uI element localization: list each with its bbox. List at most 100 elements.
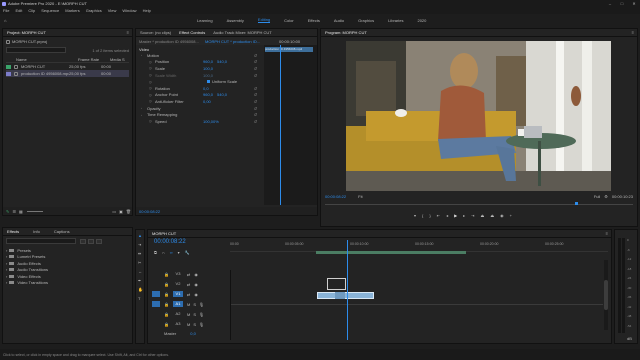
fx-value[interactable]: 0,0 — [203, 86, 217, 91]
stopwatch-icon[interactable]: ◷ — [149, 119, 153, 123]
solo-button[interactable]: S — [193, 312, 196, 317]
panel-menu-icon[interactable]: ≡ — [632, 30, 634, 35]
razor-tool-icon[interactable]: ✂ — [138, 260, 142, 265]
fx-row[interactable]: ◷ Rotation 0,0 ↺ — [139, 85, 259, 92]
fx-value[interactable]: 0,00 — [203, 99, 217, 104]
stopwatch-icon[interactable]: ◷ — [149, 86, 153, 90]
reset-icon[interactable]: ↺ — [254, 106, 257, 111]
menu-help[interactable]: Help — [143, 8, 151, 13]
workspace-2020[interactable]: 2020 — [417, 18, 426, 23]
reset-icon[interactable]: ↺ — [254, 66, 257, 71]
sync-lock-icon[interactable]: ⇄ — [187, 292, 190, 297]
fx-row[interactable]: ◷ Speed 100,00% ↺ — [139, 118, 259, 125]
home-icon[interactable]: ⌂ — [4, 18, 6, 23]
lock-icon[interactable]: 🔒 — [164, 282, 169, 287]
program-timecode[interactable]: 00:00:08:22 — [325, 194, 346, 199]
lock-icon[interactable]: 🔒 — [164, 302, 169, 307]
effects-search-input[interactable] — [6, 238, 76, 244]
column-name[interactable]: Name — [16, 57, 78, 62]
chevron-right-icon[interactable]: › — [6, 280, 7, 285]
source-patch[interactable] — [152, 311, 160, 317]
fx-row[interactable]: ◷ Uniform Scale — [139, 78, 259, 85]
workspace-learning[interactable]: Learning — [197, 18, 213, 23]
reset-icon[interactable]: ↺ — [254, 99, 257, 104]
reset-icon[interactable]: ↺ — [254, 92, 257, 97]
sync-lock-icon[interactable]: ⇄ — [187, 282, 190, 287]
track-target[interactable]: A1 — [172, 301, 183, 307]
track-target[interactable]: A2 — [173, 311, 183, 317]
source-patch[interactable] — [152, 281, 160, 287]
sync-lock-icon[interactable]: ⇄ — [187, 272, 190, 277]
track-area[interactable] — [230, 240, 603, 340]
nest-icon[interactable]: ⧉ — [154, 250, 157, 255]
chevron-right-icon[interactable]: › — [6, 254, 7, 259]
timeline-playhead[interactable] — [347, 240, 348, 340]
scrollbar-thumb[interactable] — [604, 280, 608, 310]
mute-button[interactable]: M — [187, 302, 190, 307]
stopwatch-icon[interactable]: ◷ — [149, 73, 153, 77]
clip-morph-transition[interactable] — [335, 292, 345, 299]
trash-icon[interactable]: 🗑 — [126, 209, 131, 214]
type-tool-icon[interactable]: T — [138, 296, 142, 301]
32bit-filter-icon[interactable] — [88, 238, 94, 244]
mic-icon[interactable]: 🎙 — [199, 302, 204, 307]
source-patch[interactable] — [152, 271, 160, 277]
menu-graphics[interactable]: Graphics — [86, 8, 102, 13]
fx-row[interactable]: ◷ Position 960,0 540,0 ↺ — [139, 59, 259, 66]
mute-button[interactable]: M — [187, 322, 190, 327]
stopwatch-icon[interactable]: ◷ — [149, 80, 153, 84]
snap-icon[interactable]: ∩ — [162, 250, 165, 255]
workspace-audio[interactable]: Audio — [334, 18, 344, 23]
menu-edit[interactable]: Edit — [15, 8, 22, 13]
mic-icon[interactable]: 🎙 — [199, 312, 204, 317]
reset-icon[interactable]: ↺ — [254, 53, 257, 58]
track-header-a1[interactable]: 🔒 A1 M S 🎙 — [152, 300, 228, 308]
fx-row[interactable]: › Opacity ↺ — [139, 105, 259, 112]
disclosure-icon[interactable]: › — [141, 106, 145, 110]
linked-selection-icon[interactable]: ∞ — [170, 250, 173, 255]
chevron-right-icon[interactable]: › — [6, 248, 7, 253]
fx-value[interactable]: 960,0 — [203, 59, 217, 64]
export-frame-icon[interactable]: ◉ — [500, 213, 504, 218]
panel-menu-icon[interactable]: ≡ — [127, 30, 129, 35]
reset-icon[interactable]: ↺ — [254, 86, 257, 91]
add-marker-icon[interactable]: ▾ — [178, 250, 180, 255]
step-back-icon[interactable]: ◂ — [446, 213, 448, 218]
uniform-scale-checkbox[interactable] — [207, 80, 210, 84]
reset-icon[interactable]: ↺ — [254, 112, 257, 117]
disclosure-icon[interactable]: › — [141, 113, 145, 117]
hand-tool-icon[interactable]: ✋ — [138, 287, 143, 292]
eye-icon[interactable]: ◉ — [194, 282, 198, 287]
fx-row[interactable]: ◷ Scale Width 100,0 ↺ — [139, 72, 259, 79]
master-value[interactable]: 0,0 — [190, 331, 196, 336]
project-item-clip[interactable]: production ID 4956008.mp4 25,00 fps 00:0… — [6, 70, 129, 77]
menu-markers[interactable]: Markers — [65, 8, 79, 13]
wrench-icon[interactable]: 🔧 — [185, 250, 190, 255]
stopwatch-icon[interactable]: ◷ — [149, 99, 153, 103]
column-start[interactable]: Media S — [110, 57, 125, 62]
menu-clip[interactable]: Clip — [28, 8, 35, 13]
solo-button[interactable]: S — [193, 322, 196, 327]
reset-icon[interactable]: ↺ — [254, 73, 257, 78]
ripple-edit-tool-icon[interactable]: ⇹ — [138, 251, 142, 256]
chevron-right-icon[interactable]: › — [6, 274, 7, 279]
workspace-editing[interactable]: Editing — [257, 17, 271, 23]
solo-button[interactable]: S — [193, 302, 196, 307]
track-header-v2[interactable]: 🔒 V2 ⇄ ◉ — [152, 280, 228, 288]
new-bin-icon[interactable]: ▭ — [112, 209, 116, 214]
go-to-in-icon[interactable]: ⇤ — [437, 213, 440, 218]
lock-icon[interactable]: 🔒 — [164, 322, 169, 327]
extract-icon[interactable]: ⏏ — [490, 213, 494, 218]
source-patch[interactable] — [152, 301, 160, 307]
effects-tab-info[interactable]: Info — [29, 229, 44, 234]
mini-playhead[interactable] — [280, 45, 281, 205]
stopwatch-icon[interactable]: ◷ — [149, 60, 153, 64]
fx-value-2[interactable]: 540,0 — [217, 92, 227, 97]
menu-window[interactable]: Window — [122, 8, 136, 13]
ec-tab-2[interactable]: Audio Track Mixer: MORPH CUT — [209, 30, 275, 35]
play-icon[interactable]: ▶ — [454, 213, 457, 218]
work-area-bar[interactable] — [316, 251, 466, 254]
button-editor-icon[interactable]: + — [510, 213, 512, 218]
lock-icon[interactable]: 🔒 — [164, 292, 169, 297]
go-to-out-icon[interactable]: ⇥ — [471, 213, 474, 218]
